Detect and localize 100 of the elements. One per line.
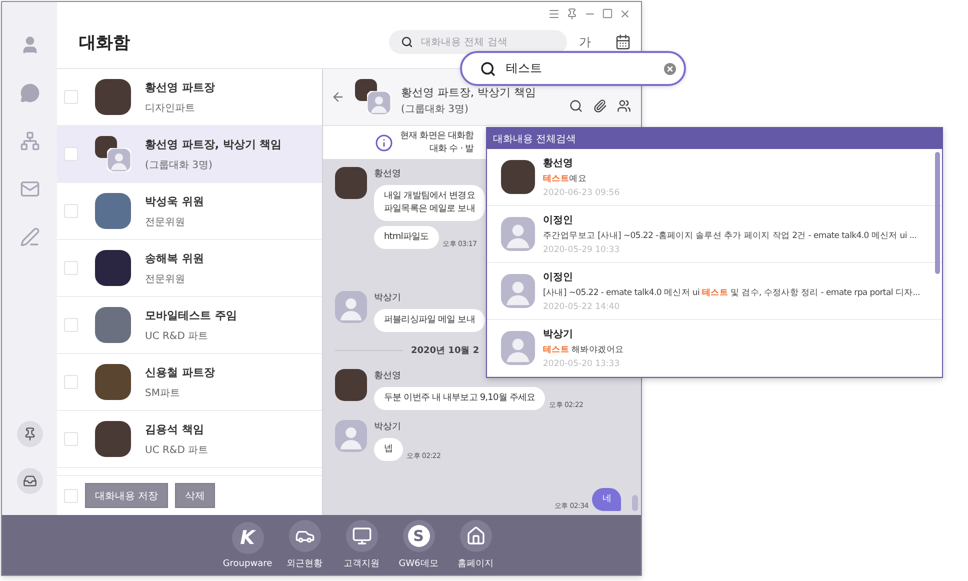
- photo-placeholder: [95, 250, 131, 286]
- contact-department: SM파트: [145, 386, 181, 400]
- pin-icon[interactable]: [566, 8, 578, 20]
- photo-placeholder: [95, 193, 131, 229]
- sender-name: 박상기: [374, 421, 401, 433]
- pin-icon: [22, 427, 36, 441]
- notice-text: 대화 수 · 발: [429, 142, 474, 156]
- contact-name: 모바일테스트 주임: [145, 308, 237, 322]
- checkbox[interactable]: [64, 375, 78, 389]
- calendar-icon[interactable]: [615, 34, 631, 50]
- menu-icon[interactable]: [548, 8, 560, 20]
- contact-name: 신용철 파트장: [145, 364, 215, 380]
- search-result[interactable]: 박상기 테스트 해봐야겠어요 2020-05-20 13:33: [487, 320, 942, 377]
- avatar-icon: [501, 331, 535, 365]
- checkbox[interactable]: [64, 204, 78, 218]
- sender-name: 이정인: [543, 214, 574, 227]
- message-bubble: 퍼블리싱파일 메일 보내: [374, 309, 485, 332]
- sender-name: 이정인: [543, 271, 574, 284]
- message-bubble: 내일 개발팀에서 변경요 파일목록은 메일로 보내: [374, 185, 485, 221]
- logo-icon: S: [408, 525, 430, 547]
- message-date: 2020-05-29 10:33: [543, 245, 621, 255]
- search-field[interactable]: 테스트: [460, 51, 686, 86]
- contact-name: 박성욱 위원: [145, 194, 204, 208]
- message-bubble: 넵: [374, 438, 403, 461]
- photo-placeholder: [95, 421, 131, 457]
- scrollbar-thumb[interactable]: [632, 495, 638, 511]
- page-title: 대화함: [79, 32, 131, 54]
- dock-item[interactable]: K Groupware: [222, 522, 274, 568]
- org-chart-icon[interactable]: [20, 131, 40, 151]
- contact-name: 황선영 파트장: [145, 80, 215, 94]
- contact-department: (그룹대화 3명): [145, 158, 214, 172]
- maximize-icon[interactable]: [602, 8, 613, 19]
- dock-item[interactable]: 외근현황: [278, 520, 330, 570]
- inbox-icon: [22, 474, 36, 488]
- avatar-icon: [107, 148, 131, 172]
- close-icon[interactable]: [619, 8, 631, 20]
- sender-name: 박상기: [543, 328, 574, 341]
- mail-icon[interactable]: [20, 179, 40, 199]
- contact-department: 전문위원: [145, 216, 186, 228]
- avatar-icon: [335, 291, 367, 323]
- message-date: 2020-05-20 13:33: [543, 359, 621, 369]
- chat-title: 황선영 파트장, 박상기 책임: [401, 84, 537, 100]
- sender-name: 황선영: [543, 157, 574, 170]
- message-date: 2020-05-22 14:40: [543, 302, 621, 312]
- checkbox[interactable]: [64, 318, 78, 332]
- photo-placeholder: [335, 369, 367, 401]
- message-bubble: 두분 이번주 내 내부보고 9,10월 주세요: [374, 387, 546, 410]
- notice-text: 현재 화면은 대화함: [400, 130, 474, 142]
- search-icon[interactable]: [569, 99, 583, 113]
- sender-name: 황선영: [374, 370, 401, 382]
- avatar-icon: [501, 217, 535, 251]
- back-icon[interactable]: [331, 90, 345, 104]
- contact-department: UC R&D 파트: [145, 330, 210, 342]
- clear-icon[interactable]: [662, 60, 678, 76]
- avatar-icon: [367, 91, 391, 115]
- checkbox[interactable]: [64, 432, 78, 446]
- chat-icon[interactable]: [20, 83, 40, 103]
- avatar-icon: [335, 420, 367, 452]
- people-icon[interactable]: [617, 99, 631, 113]
- checkbox[interactable]: [64, 488, 78, 502]
- checkbox[interactable]: [64, 147, 78, 161]
- photo-placeholder: [95, 307, 131, 343]
- home-icon: [466, 526, 486, 546]
- sender-name: 황선영: [374, 168, 401, 180]
- dock-item[interactable]: S GW6데모: [392, 520, 444, 570]
- logo-icon: K: [240, 526, 255, 548]
- pen-icon[interactable]: [20, 227, 40, 247]
- conversation-item[interactable]: 황선영 파트장, 박상기 책임 (그룹대화 3명): [57, 126, 322, 183]
- scrollbar-thumb[interactable]: [935, 152, 940, 274]
- message-snippet: 테스트예요: [543, 173, 588, 185]
- date-divider: 2020년 10월 2: [411, 345, 480, 357]
- checkbox[interactable]: [64, 90, 78, 104]
- message-date: 2020-06-23 09:56: [543, 188, 620, 198]
- photo-placeholder: [501, 160, 535, 194]
- message-bubble: html파일도: [374, 226, 439, 249]
- photo-placeholder: [335, 167, 367, 199]
- contact-department: 전문위원: [145, 272, 186, 286]
- contact-name: 김용석 책임: [145, 422, 205, 436]
- monitor-icon: [352, 526, 372, 546]
- contact-name: 송해복 위원: [145, 250, 204, 266]
- pin-button[interactable]: [16, 421, 42, 447]
- sender-name: 박상기: [374, 292, 401, 304]
- font-size-button[interactable]: 가: [575, 34, 595, 50]
- paperclip-icon[interactable]: [593, 99, 607, 113]
- message-snippet: 주간업무보고 [사내] ~05.22 -홈페이지 솔루션 추가 페이지 작업 2건 - emate talk4.0 메신저 ui ...: [543, 230, 917, 242]
- photo-placeholder: [95, 79, 131, 115]
- dock-item[interactable]: 고객지원: [336, 520, 388, 570]
- avatar-icon: [501, 274, 535, 308]
- inbox-button[interactable]: [16, 468, 42, 494]
- contact-department: UC R&D 파트: [145, 444, 208, 456]
- checkbox[interactable]: [64, 261, 78, 275]
- photo-placeholder: [95, 364, 131, 400]
- message-snippet: 테스트 해봐야겠어요: [543, 344, 624, 356]
- search-result[interactable]: 이정인 [사내] ~05.22 - emate talk4.0 메신저 ui 테스트 및 검수, 수정사항 정리 - emate rpa portal 디자... 2020-05-22 14:40: [487, 263, 942, 320]
- chat-subtitle: (그룹대화 3명): [401, 102, 470, 116]
- dock-item[interactable]: 홈페이지: [450, 520, 502, 570]
- message-snippet: [사내] ~05.22 - emate talk4.0 메신저 ui 테스트 및 검수, 수정사항 정리 - emate rpa portal 디자...: [543, 287, 920, 299]
- contact-name: 황선영 파트장, 박상기 책임: [145, 136, 282, 152]
- contact-department: 디자인파트: [145, 102, 196, 114]
- search-icon: [401, 36, 413, 48]
